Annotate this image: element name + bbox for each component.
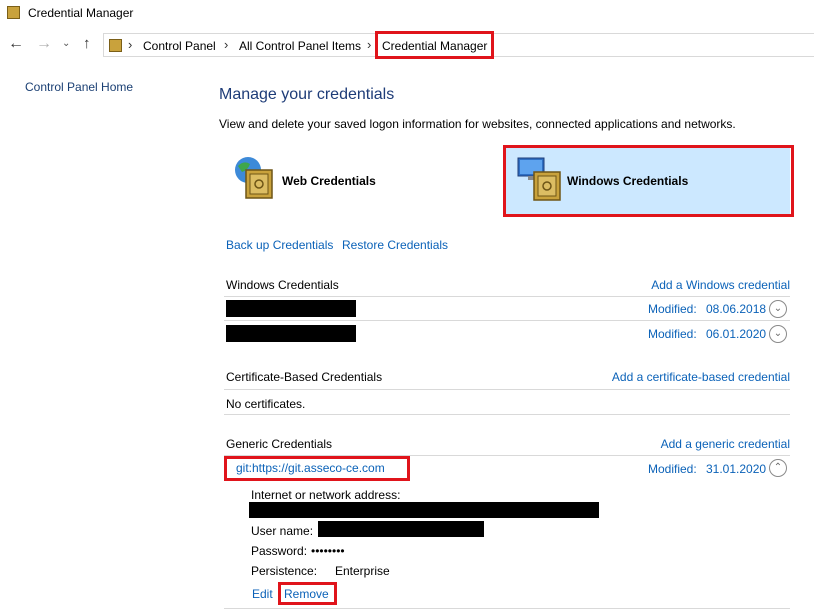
expand-chevron-icon[interactable]: ⌄ [769, 300, 787, 318]
edit-link[interactable]: Edit [252, 587, 273, 601]
redacted-credential-name [226, 325, 356, 342]
restore-credentials-link[interactable]: Restore Credentials [342, 238, 448, 252]
modified-date: 06.01.2020 [706, 327, 767, 341]
redacted-credential-name [226, 300, 356, 317]
certificate-credentials-section-title: Certificate-Based Credentials [226, 370, 383, 384]
highlight-generic-credential-name [224, 456, 410, 481]
username-label: User name: [251, 524, 314, 538]
password-label: Password: [251, 544, 308, 558]
web-credentials-icon [235, 157, 273, 199]
highlight-breadcrumb-credential-manager [375, 31, 494, 59]
control-panel-home-link[interactable]: Control Panel Home [25, 80, 133, 94]
breadcrumb-separator-icon: › [367, 37, 372, 52]
breadcrumb-separator-icon: › [224, 37, 229, 52]
expand-chevron-icon[interactable]: ⌄ [769, 325, 787, 343]
title-bar: Credential Manager [0, 0, 814, 28]
back-up-credentials-link[interactable]: Back up Credentials [226, 238, 333, 252]
breadcrumb-control-panel[interactable]: Control Panel [143, 39, 216, 53]
windows-credentials-section-title: Windows Credentials [226, 278, 339, 292]
web-credentials-label: Web Credentials [282, 174, 376, 188]
breadcrumb-all-control-panel-items[interactable]: All Control Panel Items [239, 39, 361, 53]
redacted-username [318, 521, 484, 537]
add-certificate-credential-link[interactable]: Add a certificate-based credential [612, 370, 790, 384]
recent-locations-chevron-icon[interactable]: ⌄ [62, 38, 70, 49]
persistence-label: Persistence: [251, 564, 318, 578]
no-certificates-text: No certificates. [226, 397, 306, 411]
modified-label: Modified: [648, 327, 697, 341]
persistence-value: Enterprise [335, 564, 390, 578]
address-label: Internet or network address: [251, 488, 401, 502]
divider [224, 414, 790, 415]
control-panel-location-icon [109, 39, 122, 52]
modified-label: Modified: [648, 302, 697, 316]
highlight-windows-credentials-tile [503, 145, 794, 217]
highlight-remove-link [278, 582, 337, 605]
page-description: View and delete your saved logon informa… [219, 117, 736, 131]
up-arrow-icon[interactable]: ↑ [83, 35, 91, 52]
windows-credential-row[interactable]: Modified: 06.01.2020 ⌄ [224, 321, 790, 344]
generic-credentials-section-title: Generic Credentials [226, 437, 333, 451]
modified-label: Modified: [648, 462, 697, 476]
forward-arrow-icon[interactable]: → [36, 35, 52, 53]
divider [224, 608, 790, 609]
windows-credential-row[interactable]: Modified: 08.06.2018 ⌄ [224, 297, 790, 320]
credential-manager-app-icon [7, 6, 20, 19]
add-windows-credential-link[interactable]: Add a Windows credential [651, 278, 790, 292]
password-value: •••••••• [311, 544, 345, 558]
add-generic-credential-link[interactable]: Add a generic credential [661, 437, 790, 451]
web-credentials-tile[interactable]: Web Credentials [224, 148, 494, 214]
divider [224, 389, 790, 390]
back-arrow-icon[interactable]: ← [8, 35, 24, 53]
modified-date: 08.06.2018 [706, 302, 767, 316]
modified-date: 31.01.2020 [706, 462, 767, 476]
breadcrumb-separator-icon: › [128, 37, 133, 52]
redacted-address [249, 502, 599, 518]
collapse-chevron-icon[interactable]: ⌃ [769, 459, 787, 477]
page-title: Manage your credentials [219, 86, 395, 103]
window-title: Credential Manager [28, 6, 134, 20]
